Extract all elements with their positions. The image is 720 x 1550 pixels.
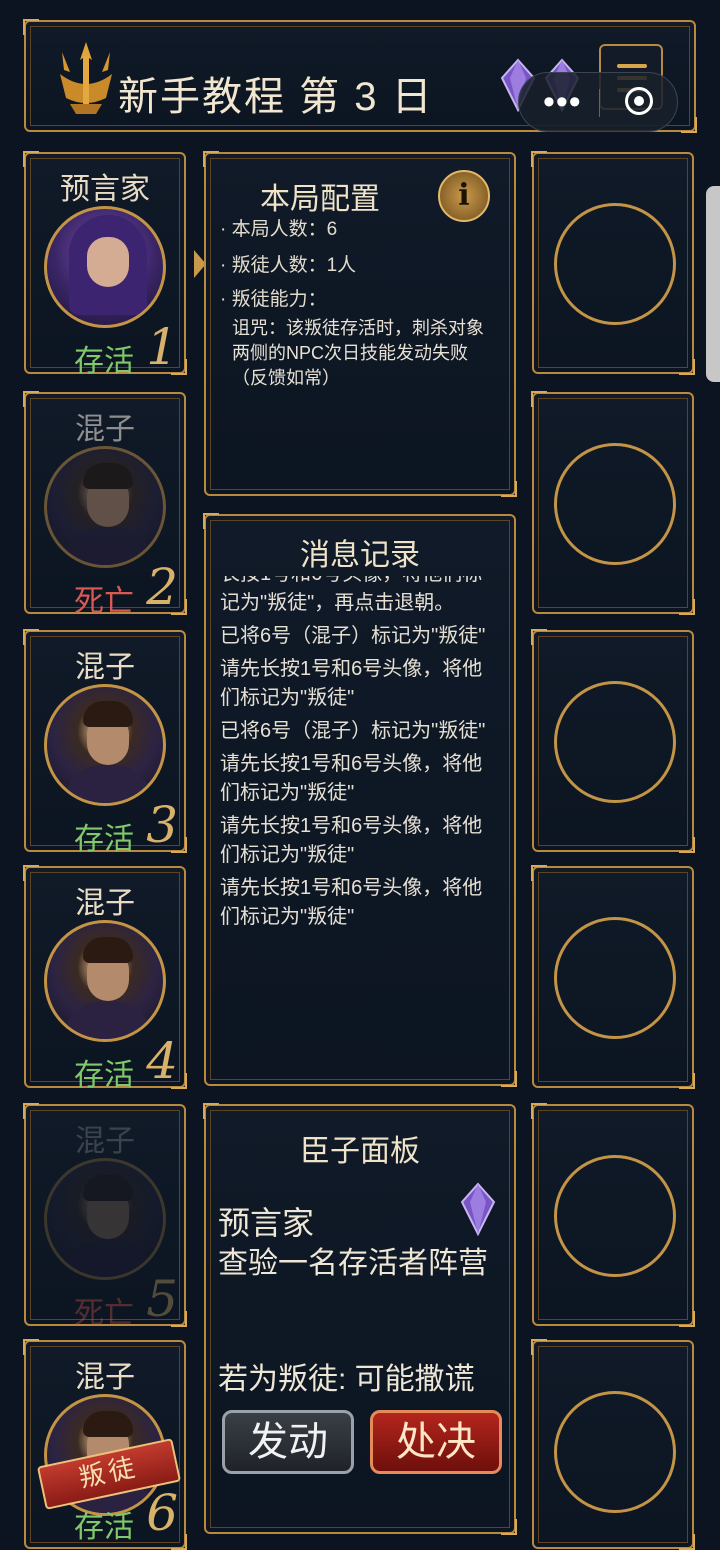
trident-crown-icon: [60, 42, 112, 114]
page-title: 新手教程 第 3 日: [118, 75, 434, 119]
empty-slot: [531, 629, 695, 853]
log-entry: 请先长按1号和6号头像，将他们标记为"叛徒": [220, 877, 483, 928]
empty-slot-ring: [554, 203, 676, 325]
activate-button[interactable]: 发动: [222, 1410, 354, 1474]
config-player-count: · 本局人数：6: [220, 219, 338, 240]
log-entry: 请先长按1号和6号头像，将他们标记为"叛徒": [220, 753, 483, 804]
close-miniprogram-icon[interactable]: [625, 87, 653, 115]
hamburger-menu-icon: [617, 64, 647, 68]
player-status: 死亡: [74, 1297, 134, 1330]
player-number: 4: [146, 1032, 178, 1090]
more-options-icon[interactable]: •••: [543, 83, 582, 122]
player-status: 存活: [74, 1511, 134, 1544]
config-title: 本局配置: [260, 183, 380, 216]
player-card-6[interactable]: 混子 叛徒 存活 6: [23, 1339, 187, 1550]
config-panel: 本局配置 i · 本局人数：6 · 叛徒人数：1人 · 叛徒能力： 诅咒：该叛徒…: [203, 151, 517, 497]
player-status: 存活: [74, 345, 134, 378]
capsule-divider: [599, 89, 600, 117]
empty-slot-ring: [554, 681, 676, 803]
empty-slot: [531, 1103, 695, 1327]
player-avatar[interactable]: [44, 206, 166, 328]
player-number: 1: [146, 318, 178, 376]
player-role: 混子: [75, 651, 135, 684]
player-role: 混子: [75, 413, 135, 446]
log-entry: 请先长按1号和6号头像，将他们标记为"叛徒": [220, 815, 483, 866]
log-entry: 已将6号（混子）标记为"叛徒": [220, 720, 486, 742]
empty-slot-ring: [554, 443, 676, 565]
execute-button[interactable]: 处决: [370, 1410, 502, 1474]
log-entry: 已将6号（混子）标记为"叛徒": [220, 625, 486, 647]
player-status: 死亡: [74, 585, 134, 618]
player-status: 存活: [74, 823, 134, 856]
player-role: 混子: [75, 1361, 135, 1394]
player-avatar[interactable]: [44, 446, 166, 568]
empty-slot-ring: [554, 917, 676, 1039]
minister-title: 臣子面板: [300, 1135, 420, 1168]
player-card-2[interactable]: 混子 死亡 2: [23, 391, 187, 618]
player-role: 预言家: [60, 173, 150, 206]
message-log-panel: 消息记录 长按1号和6号头像，将他们标记为"叛徒"，再点击退朝。 已将6号（混子…: [203, 513, 517, 1087]
minister-ability: 查验一名存活者阵营: [218, 1247, 488, 1280]
log-scroll-area[interactable]: 长按1号和6号头像，将他们标记为"叛徒"，再点击退朝。 已将6号（混子）标记为"…: [220, 576, 502, 1056]
minister-panel: 臣子面板 预言家 查验一名存活者阵营 若为叛徒: 可能撒谎 发动 处决: [203, 1103, 517, 1535]
player-number: 6: [146, 1484, 178, 1542]
player-number: 2: [146, 558, 178, 616]
player-role: 混子: [75, 1125, 135, 1158]
player-number: 5: [146, 1270, 178, 1328]
empty-slot: [531, 391, 695, 615]
page-scrollbar[interactable]: [706, 186, 720, 382]
player-card-1[interactable]: 预言家 存活 1: [23, 151, 187, 378]
minister-traitor-note: 若为叛徒: 可能撒谎: [218, 1363, 475, 1396]
purple-gem-icon: [460, 1182, 496, 1236]
player-role: 混子: [75, 887, 135, 920]
player-status: 存活: [74, 1059, 134, 1092]
player-card-3[interactable]: 混子 存活 3: [23, 629, 187, 856]
player-card-5[interactable]: 混子 死亡 5: [23, 1103, 187, 1330]
config-traitor-ability-label: · 叛徒能力：: [220, 289, 327, 310]
player-avatar[interactable]: [44, 684, 166, 806]
player-card-4[interactable]: 混子 存活 4: [23, 865, 187, 1092]
empty-slot: [531, 865, 695, 1089]
player-avatar[interactable]: [44, 1158, 166, 1280]
log-entry: 长按1号和6号头像，将他们标记为"叛徒"，再点击退朝。: [220, 576, 482, 614]
mini-program-capsule: •••: [518, 72, 678, 132]
empty-slot: [531, 151, 695, 375]
empty-slot-ring: [554, 1391, 676, 1513]
config-traitor-count: · 叛徒人数：1人: [220, 255, 357, 276]
player-number: 3: [146, 796, 178, 854]
log-entry: 请先长按1号和6号头像，将他们标记为"叛徒": [220, 658, 483, 709]
empty-slot: [531, 1339, 695, 1550]
empty-slot-ring: [554, 1155, 676, 1277]
config-traitor-ability-desc: 诅咒：该叛徒存活时，刺杀对象两侧的NPC次日技能发动失败（反馈如常）: [232, 318, 484, 388]
info-icon[interactable]: i: [438, 170, 490, 222]
player-avatar[interactable]: [44, 920, 166, 1042]
log-title: 消息记录: [300, 539, 420, 572]
